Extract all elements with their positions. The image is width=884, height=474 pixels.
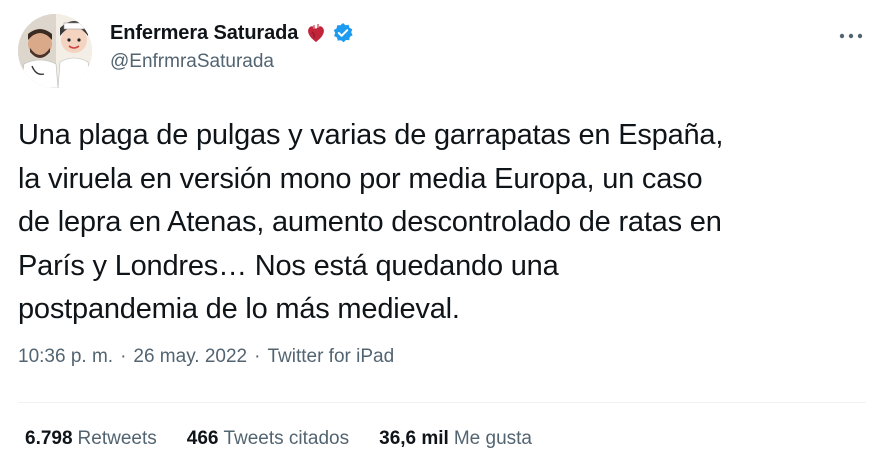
retweets-label: Retweets <box>77 428 157 449</box>
tweet-text: Una plaga de pulgas y varias de garrapat… <box>18 119 724 325</box>
likes-count: 36,6 mil <box>379 428 449 449</box>
avatar[interactable] <box>18 14 92 88</box>
meta-separator: · <box>254 346 261 367</box>
avatar-image <box>18 14 92 88</box>
tweet-meta: 10:36 p. m. · 26 may. 2022 · Twitter for… <box>18 346 394 368</box>
divider <box>18 402 866 403</box>
quote-tweets-label: Tweets citados <box>223 428 350 449</box>
anatomical-heart-icon <box>306 22 326 44</box>
tweet-source[interactable]: Twitter for iPad <box>267 346 394 368</box>
verified-badge-icon <box>332 22 354 44</box>
author-name-row: Enfermera Saturada <box>110 20 354 46</box>
tweet-card: Enfermera Saturada @EnfrmraSaturada Una … <box>0 0 884 474</box>
more-options-button[interactable] <box>836 26 866 46</box>
quote-tweets-stat[interactable]: 466 Tweets citados <box>187 428 349 450</box>
author-block[interactable]: Enfermera Saturada @EnfrmraSaturada <box>110 20 354 73</box>
tweet-stats: 6.798 Retweets 466 Tweets citados 36,6 m… <box>25 428 562 450</box>
tweet-time[interactable]: 10:36 p. m. <box>18 346 113 368</box>
tweet-date[interactable]: 26 may. 2022 <box>133 346 247 368</box>
likes-label: Me gusta <box>453 428 532 449</box>
likes-stat[interactable]: 36,6 mil Me gusta <box>379 428 532 450</box>
display-name[interactable]: Enfermera Saturada <box>110 22 298 45</box>
quote-tweets-count: 466 <box>186 428 219 449</box>
more-dots-icon <box>839 33 863 39</box>
retweets-count: 6.798 <box>25 428 73 449</box>
meta-separator: · <box>120 346 127 367</box>
retweets-stat[interactable]: 6.798 Retweets <box>25 428 157 450</box>
author-handle[interactable]: @EnfrmraSaturada <box>110 51 354 73</box>
